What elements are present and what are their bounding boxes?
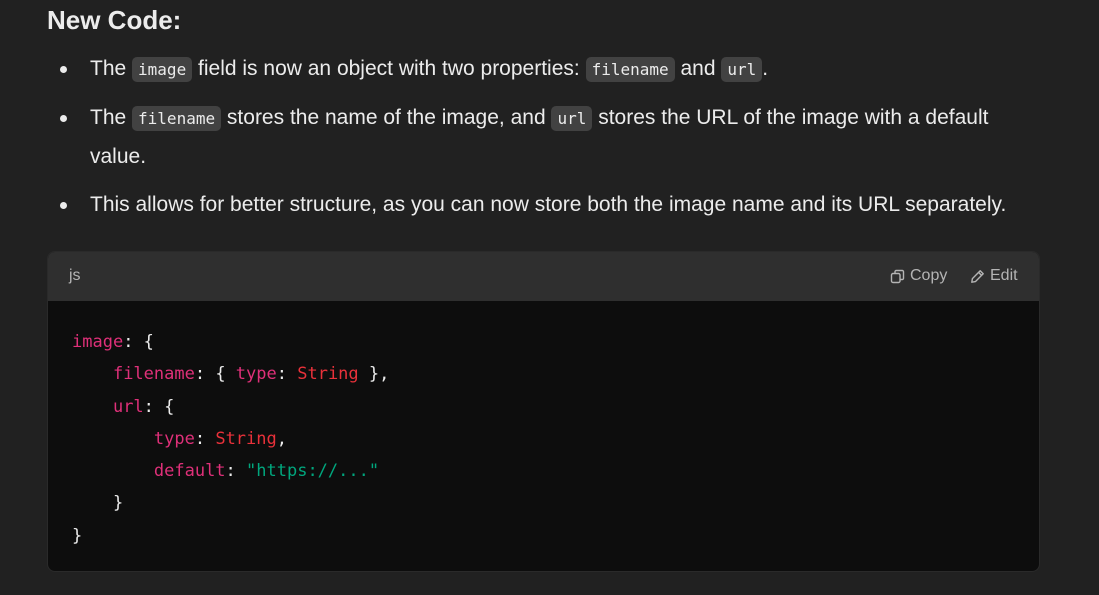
code-language-label: js [69, 267, 81, 284]
bullet-list: The image field is now an object with tw… [47, 50, 1047, 224]
copy-label: Copy [910, 267, 948, 284]
bullet-text: field is now an object with two properti… [192, 57, 586, 80]
code-token-punct: : { [194, 364, 236, 385]
code-header: js Copy Edit [48, 252, 1039, 301]
list-item: The filename stores the name of the imag… [47, 99, 1047, 176]
list-item: This allows for better structure, as you… [47, 186, 1047, 224]
code-token-key: filename [112, 364, 195, 385]
code-token-punct: } [112, 493, 124, 514]
list-item: The image field is now an object with tw… [47, 50, 1047, 89]
code-block: js Copy Edit image: { filename: { type: … [47, 251, 1040, 572]
inline-code: filename [132, 106, 222, 131]
code-token-key: image [72, 332, 124, 352]
section-heading: New Code: [47, 5, 182, 35]
code-token-punct: : [225, 461, 247, 482]
bullet-dot [60, 66, 67, 73]
bullet-dot [60, 202, 67, 209]
code-token-punct: : { [143, 396, 175, 417]
code-content: image: { filename: { type: String }, url… [48, 301, 1039, 571]
pencil-icon [970, 269, 985, 284]
code-token-key: url [112, 396, 144, 417]
copy-icon [890, 269, 905, 284]
bullet-text: The [90, 57, 133, 80]
code-token-punct: : [276, 364, 298, 385]
edit-button[interactable]: Edit [970, 267, 1018, 285]
code-token-string: "https://..." [246, 461, 380, 482]
code-token-type: String [297, 364, 359, 385]
code-token-punct: : { [123, 332, 154, 352]
code-line: url: { [72, 397, 174, 417]
inline-code: url [721, 57, 763, 82]
bullet-text: and [674, 57, 722, 80]
bullet-text: This allows for better structure, as you… [90, 193, 1007, 216]
code-line: filename: { type: String }, [72, 364, 389, 384]
code-line: type: String, [72, 429, 287, 449]
code-token-key: type [153, 428, 195, 449]
bullet-text: stores the name of the image, and [221, 106, 552, 129]
code-token-punct: , [276, 428, 287, 449]
bullet-text: The [90, 106, 133, 129]
code-token-key: default [153, 461, 226, 482]
code-line: default: "https://..." [72, 461, 379, 481]
code-line: image: { [72, 332, 154, 352]
code-line: } [72, 526, 82, 546]
bullet-text: . [762, 57, 769, 80]
code-token-punct: } [72, 525, 83, 546]
bullet-dot [60, 115, 67, 122]
code-token-punct: }, [358, 364, 390, 385]
code-token-key: type [235, 364, 277, 385]
inline-code: image [132, 57, 193, 82]
copy-button[interactable]: Copy [890, 267, 947, 285]
code-token-punct: : [194, 428, 216, 449]
edit-label: Edit [990, 267, 1018, 284]
code-token-type: String [215, 428, 277, 449]
inline-code: filename [585, 57, 675, 82]
code-line: } [72, 493, 123, 513]
inline-code: url [551, 106, 593, 131]
